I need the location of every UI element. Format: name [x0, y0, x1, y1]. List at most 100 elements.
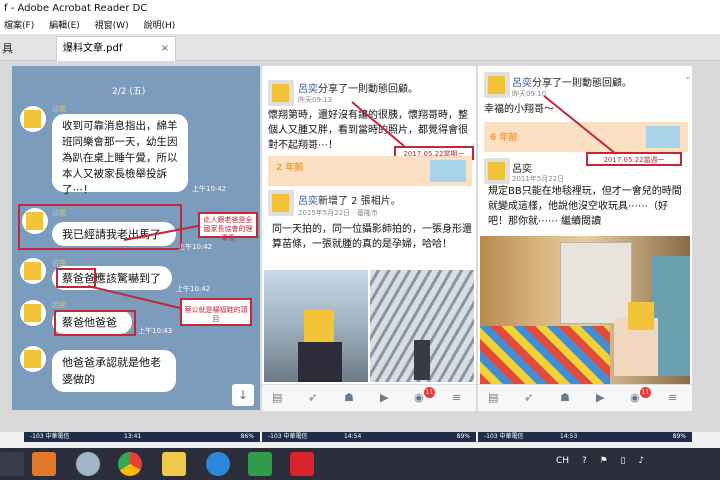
sender-name: 呂奕: [52, 105, 66, 113]
avatar-face: [26, 212, 43, 230]
notification-badge: 11: [424, 387, 435, 398]
menu-icon[interactable]: ≡: [452, 391, 461, 404]
globe-icon[interactable]: ◉: [630, 391, 640, 404]
post-time: 昨天09:13: [298, 96, 333, 104]
menu-bar: 檔案(F) 編輯(E) 視窗(W) 說明(H): [0, 18, 720, 34]
highlight-box: [54, 310, 136, 336]
avatar-face: [24, 304, 41, 322]
annotation-note: 此人跟老爸是全國家長協會的理事長: [198, 212, 258, 242]
avatar-face: [488, 76, 505, 94]
avatar: [20, 106, 46, 132]
photo[interactable]: [370, 270, 474, 382]
chrome-icon[interactable]: [118, 452, 142, 476]
window-title: f - Adobe Acrobat Reader DC: [4, 3, 148, 14]
avatar: [20, 346, 46, 372]
post-author: 呂奕分享了一則動態回顧。: [512, 78, 632, 89]
menu-edit[interactable]: 編輯(E): [49, 21, 80, 31]
system-tray: CH ? ⚑ ▯ ♪: [556, 456, 644, 466]
avatar-face: [272, 194, 289, 212]
photo[interactable]: [480, 236, 690, 384]
avatar: [484, 72, 510, 98]
tools-tab[interactable]: 具: [2, 40, 13, 56]
annotation-note: 蔡公就是楊福鞋的頭目: [180, 298, 252, 326]
media-player-icon[interactable]: [32, 452, 56, 476]
file-explorer-icon[interactable]: [162, 452, 186, 476]
message-time: 上午10:43: [138, 327, 173, 335]
inner-post-text: 同一天拍的，同一位攝影師拍的，一張身形還算苗條，一張就腫的真的是孕婦，哈哈！: [272, 224, 472, 250]
avatar: [22, 208, 48, 234]
face-censor: [628, 302, 654, 330]
inner-post-time: 2015年5月22日 · 基隆市: [298, 209, 378, 217]
person-figure: [298, 342, 342, 382]
toys-pile: [480, 326, 610, 384]
person-figure: [414, 340, 430, 380]
inner-post-author: 呂奕新增了 2 張相片。: [298, 196, 401, 207]
news-feed-icon[interactable]: ▤: [272, 391, 282, 404]
avatar: [20, 300, 46, 326]
inner-post-text: 規定BB只能在地毯裡玩，但才一會兒的時間就變成這樣，他說他沒空收玩具⋯⋯（好吧！…: [488, 186, 682, 227]
video-icon[interactable]: ▶: [596, 391, 604, 404]
news-feed-icon[interactable]: ▤: [488, 391, 498, 404]
rocket-icon[interactable]: ➶: [524, 391, 533, 404]
inner-post-author: 呂奕: [512, 164, 532, 175]
avatar: [484, 158, 510, 184]
volume-icon[interactable]: ♪: [638, 456, 644, 466]
avatar: [20, 258, 46, 284]
photo[interactable]: [264, 270, 368, 382]
toy-shelf: [560, 242, 632, 324]
document-tab[interactable]: 爆料文章.pdf ×: [56, 36, 176, 61]
rocket-icon[interactable]: ➶: [308, 391, 317, 404]
avatar-face: [272, 84, 289, 102]
phone-status-bar: -103 中華電信 14:53 89%: [478, 432, 692, 442]
chat-bubble: 收到可靠消息指出，綿羊班同樂會那一天，幼生因為趴在桌上睡午覺，所以本人又被家長檢…: [52, 114, 188, 196]
annotation-arrow: [123, 225, 199, 241]
inner-post-time: 2011年5月22日: [512, 175, 565, 183]
annotation-arrow: [87, 285, 181, 309]
avatar: [268, 80, 294, 106]
avatar-face: [488, 162, 505, 180]
phone-status-bar: -103 中華電信 14:54 89%: [262, 432, 476, 442]
friends-icon[interactable]: ☗: [344, 391, 354, 404]
friends-icon[interactable]: ☗: [560, 391, 570, 404]
input-language[interactable]: CH: [556, 456, 569, 466]
menu-help[interactable]: 說明(H): [143, 21, 175, 31]
fb-nav-bar: ▤ ➶ ☗ ▶ ◉ 11 ≡: [478, 384, 692, 411]
network-icon[interactable]: ▯: [621, 456, 626, 466]
app-icon[interactable]: [76, 452, 100, 476]
annotation-arrow: [543, 95, 617, 155]
sender-name: 呂奕: [52, 301, 66, 309]
memory-illustration: [430, 160, 466, 182]
avatar-face: [24, 110, 41, 128]
menu-window[interactable]: 視窗(W): [95, 21, 129, 31]
video-icon[interactable]: ▶: [380, 391, 388, 404]
chevron-down-icon[interactable]: ⌄: [684, 72, 692, 82]
help-icon[interactable]: ?: [582, 456, 587, 466]
fb-nav-bar: ▤ ➶ ☗ ▶ ◉ 11 ≡: [262, 384, 476, 411]
menu-file[interactable]: 檔案(F): [4, 21, 34, 31]
phone-status-bar: -103 中華電信 13:41 86%: [24, 432, 260, 442]
scroll-down-button[interactable]: ↓: [232, 384, 254, 406]
app-icon[interactable]: [248, 452, 272, 476]
avatar-face: [24, 262, 41, 280]
face-censor: [304, 310, 334, 342]
avatar: [268, 190, 294, 216]
globe-icon[interactable]: ◉: [414, 391, 424, 404]
avatar-face: [24, 350, 41, 368]
sender-name: 呂奕: [52, 209, 66, 217]
start-button[interactable]: [0, 452, 24, 476]
memory-illustration: [646, 126, 680, 148]
flag-icon[interactable]: ⚑: [600, 456, 608, 466]
chat-bubble: 他爸爸承認就是他老婆做的: [52, 350, 176, 392]
chat-date: 2/2 (五): [112, 87, 146, 97]
annotation-arrow: [351, 101, 405, 147]
acrobat-reader-icon[interactable]: [290, 452, 314, 476]
window-title-bar: f - Adobe Acrobat Reader DC: [0, 0, 720, 18]
years-ago-label: 6 年前: [490, 133, 518, 143]
message-time: 上午10:42: [192, 185, 227, 193]
internet-explorer-icon[interactable]: [206, 452, 230, 476]
close-tab-icon[interactable]: ×: [161, 37, 169, 61]
menu-icon[interactable]: ≡: [668, 391, 677, 404]
years-ago-label: 2 年前: [276, 163, 304, 173]
notification-badge: 11: [640, 387, 651, 398]
post-author: 呂奕分享了一則動態回顧。: [298, 84, 418, 95]
